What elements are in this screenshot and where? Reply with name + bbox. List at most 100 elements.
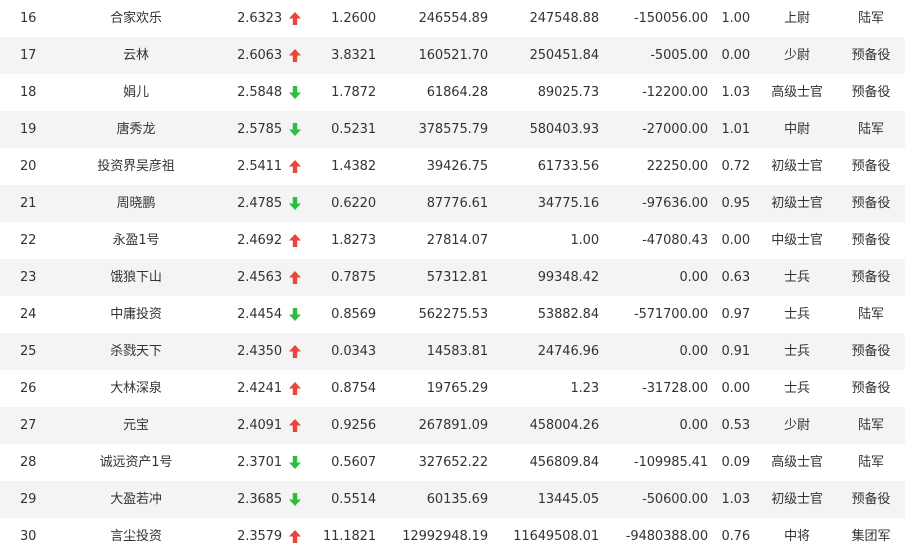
- table-row[interactable]: 28 诚远资产1号 2.3701 0.5607 327652.22 456809.84 -1…: [0, 444, 905, 481]
- value-col-3: 24746.96: [537, 344, 599, 359]
- table-row[interactable]: 22 永盈1号 2.4692 1.8273 27814.07 1.00 -47080.43 0…: [0, 222, 905, 259]
- net-value: 2.4091: [237, 418, 282, 433]
- value-col-5: 0.53: [721, 418, 750, 433]
- arrow-down-icon: [287, 185, 305, 222]
- account-name[interactable]: 饿狼下山: [68, 259, 204, 296]
- arrow-up-icon: [287, 333, 305, 370]
- rank-title: 高级士官: [771, 455, 823, 470]
- account-name[interactable]: 唐秀龙: [68, 111, 204, 148]
- arrow-up-icon: [287, 407, 305, 444]
- table-row[interactable]: 25 杀戮天下 2.4350 0.0343 14583.81 24746.96 0.00 0.…: [0, 333, 905, 370]
- value-col-5: 0.97: [721, 307, 750, 322]
- value-col-2: 60135.69: [426, 492, 488, 507]
- value-col-5: 1.01: [721, 122, 750, 137]
- account-name[interactable]: 周晓鹏: [68, 185, 204, 222]
- value-col-2: 57312.81: [426, 270, 488, 285]
- value-col-4: -31728.00: [642, 381, 708, 396]
- rank-title: 少尉: [784, 48, 810, 63]
- value-col-2: 378575.79: [418, 122, 489, 137]
- value-col-1: 0.5231: [331, 122, 376, 137]
- value-col-4: -9480388.00: [625, 529, 708, 544]
- account-name[interactable]: 大林深泉: [68, 370, 204, 407]
- value-col-1: 1.4382: [331, 159, 376, 174]
- table-row[interactable]: 30 言尘投资 2.3579 11.1821 12992948.19 11649508.0…: [0, 518, 905, 555]
- table-row[interactable]: 23 饿狼下山 2.4563 0.7875 57312.81 99348.42 0.00 0.…: [0, 259, 905, 296]
- value-col-2: 562275.53: [418, 307, 489, 322]
- table-row[interactable]: 20 投资界吴彦祖 2.5411 1.4382 39426.75 61733.56 2225…: [0, 148, 905, 185]
- value-col-4: -12200.00: [642, 85, 708, 100]
- account-name[interactable]: 杀戮天下: [68, 333, 204, 370]
- value-col-2: 267891.09: [418, 418, 489, 433]
- table-row[interactable]: 21 周晓鹏 2.4785 0.6220 87776.61 34775.16 -97636.…: [0, 185, 905, 222]
- value-col-1: 3.8321: [331, 48, 376, 63]
- value-col-4: -27000.00: [642, 122, 708, 137]
- value-col-1: 0.5514: [331, 492, 376, 507]
- account-name[interactable]: 中庸投资: [68, 296, 204, 333]
- value-col-5: 1.00: [721, 11, 750, 26]
- net-value: 2.5785: [237, 122, 282, 137]
- account-name[interactable]: 言尘投资: [68, 518, 204, 555]
- value-col-1: 0.7875: [331, 270, 376, 285]
- net-value: 2.4692: [237, 233, 282, 248]
- arrow-down-icon: [287, 481, 305, 518]
- value-col-2: 87776.61: [426, 196, 488, 211]
- account-name[interactable]: 投资界吴彦祖: [68, 148, 204, 185]
- account-name[interactable]: 诚远资产1号: [68, 444, 204, 481]
- army-type: 陆军: [858, 11, 884, 26]
- arrow-up-icon: [287, 370, 305, 407]
- value-col-5: 1.03: [721, 492, 750, 507]
- army-type: 集团军: [851, 529, 891, 544]
- arrow-down-icon: [287, 74, 305, 111]
- value-col-5: 0.00: [721, 48, 750, 63]
- rank-title: 士兵: [784, 307, 810, 322]
- table-row[interactable]: 18 娟儿 2.5848 1.7872 61864.28 89025.73 -12200.0…: [0, 74, 905, 111]
- value-col-3: 456809.84: [529, 455, 600, 470]
- value-col-4: -97636.00: [642, 196, 708, 211]
- table-row[interactable]: 17 云林 2.6063 3.8321 160521.70 250451.84 -5005.…: [0, 37, 905, 74]
- table-row[interactable]: 24 中庸投资 2.4454 0.8569 562275.53 53882.84 -5717…: [0, 296, 905, 333]
- value-col-5: 0.63: [721, 270, 750, 285]
- army-type: 预备役: [851, 85, 891, 100]
- value-col-3: 1.23: [570, 381, 599, 396]
- arrow-up-icon: [287, 37, 305, 74]
- rank-title: 士兵: [784, 381, 810, 396]
- value-col-4: 0.00: [679, 270, 708, 285]
- table-row[interactable]: 29 大盈若冲 2.3685 0.5514 60135.69 13445.05 -50600…: [0, 481, 905, 518]
- arrow-up-icon: [287, 148, 305, 185]
- value-col-5: 0.72: [721, 159, 750, 174]
- account-name[interactable]: 永盈1号: [68, 222, 204, 259]
- value-col-4: -50600.00: [642, 492, 708, 507]
- army-type: 预备役: [851, 48, 891, 63]
- value-col-2: 27814.07: [426, 233, 488, 248]
- rank-title: 中尉: [784, 122, 810, 137]
- rank-cell: 21: [20, 196, 37, 211]
- value-col-3: 1.00: [570, 233, 599, 248]
- value-col-4: -109985.41: [634, 455, 708, 470]
- value-col-4: -47080.43: [642, 233, 708, 248]
- arrow-up-icon: [287, 222, 305, 259]
- net-value: 2.5848: [237, 85, 282, 100]
- account-name[interactable]: 元宝: [68, 407, 204, 444]
- rank-cell: 29: [20, 492, 37, 507]
- table-row[interactable]: 16 合家欢乐 2.6323 1.2600 246554.89 247548.88 -150…: [0, 0, 905, 37]
- value-col-2: 19765.29: [426, 381, 488, 396]
- arrow-up-icon: [287, 518, 305, 555]
- account-name[interactable]: 娟儿: [68, 74, 204, 111]
- arrow-down-icon: [287, 111, 305, 148]
- account-name[interactable]: 大盈若冲: [68, 481, 204, 518]
- account-name[interactable]: 云林: [68, 37, 204, 74]
- account-name[interactable]: 合家欢乐: [68, 0, 204, 37]
- value-col-3: 53882.84: [537, 307, 599, 322]
- value-col-1: 1.7872: [331, 85, 376, 100]
- value-col-3: 458004.26: [529, 418, 600, 433]
- value-col-1: 1.8273: [331, 233, 376, 248]
- table-row[interactable]: 19 唐秀龙 2.5785 0.5231 378575.79 580403.93 -2700…: [0, 111, 905, 148]
- value-col-3: 250451.84: [529, 48, 600, 63]
- value-col-5: 0.91: [721, 344, 750, 359]
- rank-title: 中级士官: [771, 233, 823, 248]
- table-row[interactable]: 26 大林深泉 2.4241 0.8754 19765.29 1.23 -31728.00 0…: [0, 370, 905, 407]
- table-row[interactable]: 27 元宝 2.4091 0.9256 267891.09 458004.26 0.00 0.…: [0, 407, 905, 444]
- rank-title: 初级士官: [771, 159, 823, 174]
- army-type: 预备役: [851, 381, 891, 396]
- rank-title: 初级士官: [771, 196, 823, 211]
